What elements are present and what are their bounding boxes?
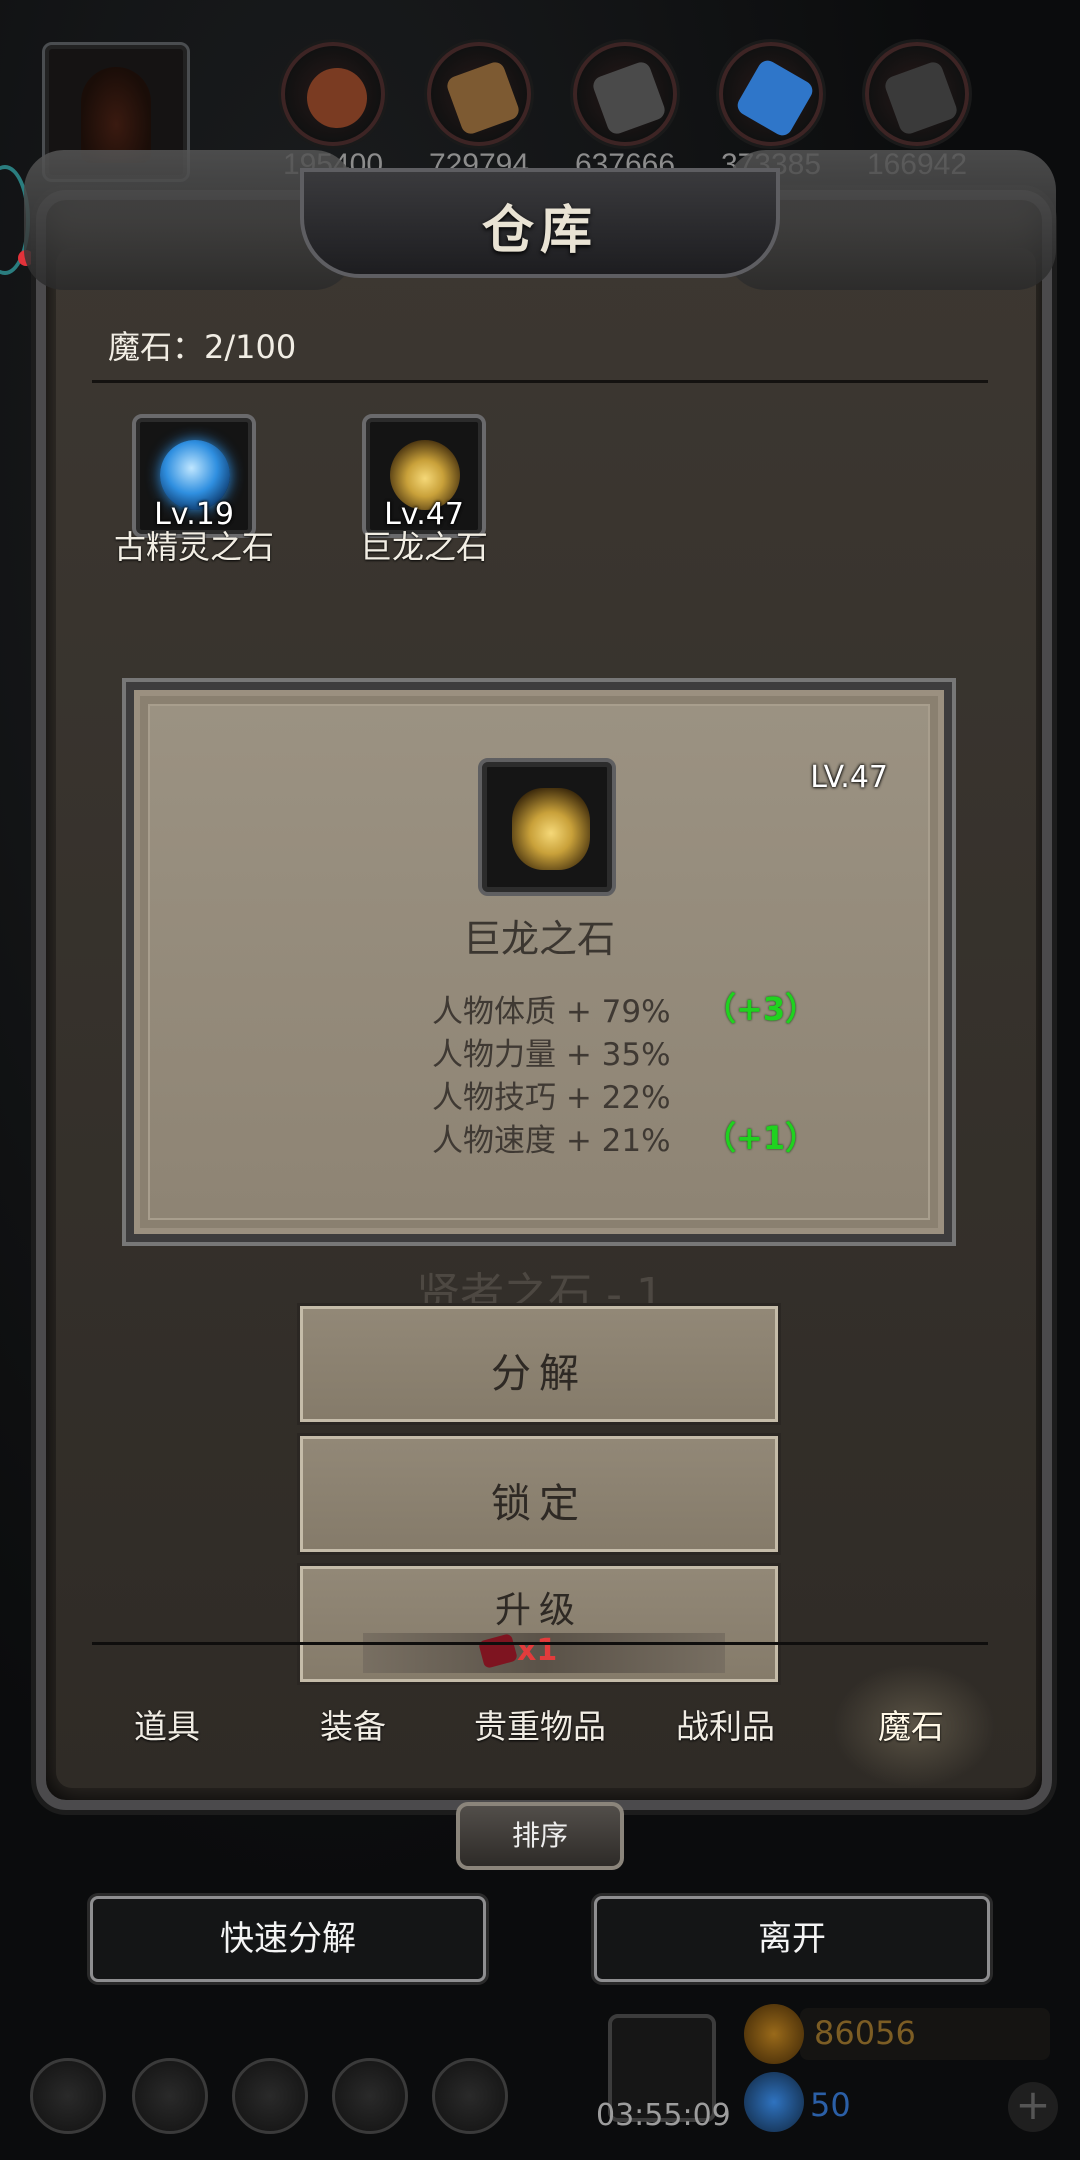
guild-icon[interactable] xyxy=(232,2058,308,2134)
meat-icon xyxy=(298,59,376,137)
tab-magic-stones[interactable]: 魔石 xyxy=(878,1700,944,1748)
leave-button[interactable]: 离开 xyxy=(594,1896,990,1982)
detail-item-name: 巨龙之石 xyxy=(462,917,615,961)
resource-wood[interactable]: 729794 xyxy=(424,42,534,182)
sort-button[interactable]: 排序 xyxy=(456,1802,624,1870)
settings-icon[interactable] xyxy=(30,2058,106,2134)
item-name: 古精灵之石 xyxy=(113,528,274,566)
item-detail-panel: LV.47 巨龙之石 人物体质 + 79% （+3） 人物力量 + 35% 人物… xyxy=(126,682,952,1242)
mail-icon[interactable] xyxy=(332,2058,408,2134)
gift-timer: 03:55:09 xyxy=(596,2098,731,2133)
detail-level: LV.47 xyxy=(810,760,888,795)
map-icon[interactable] xyxy=(432,2058,508,2134)
stat-line: 人物技巧 + 22% xyxy=(432,1080,671,1116)
ruby-icon xyxy=(477,1633,519,1669)
tab-equipment[interactable]: 装备 xyxy=(320,1700,386,1748)
upgrade-cost: x1 xyxy=(363,1633,725,1673)
tab-items[interactable]: 道具 xyxy=(134,1700,200,1748)
detail-icon-slot xyxy=(478,758,616,896)
gem-amount: 50 xyxy=(810,2086,851,2124)
decompose-label: 分解 xyxy=(491,1351,587,1397)
iron-icon xyxy=(590,59,668,137)
hooded-figure-icon xyxy=(81,67,151,163)
stat-line: 人物速度 + 21% xyxy=(432,1123,671,1159)
gold-dragon-icon xyxy=(512,788,590,870)
stat-line: 人物力量 + 35% xyxy=(432,1037,671,1073)
lock-label: 锁定 xyxy=(491,1481,587,1527)
gold-coin-icon xyxy=(744,2004,804,2064)
stat-bonus: （+1） xyxy=(704,1119,818,1157)
wood-icon xyxy=(444,59,522,137)
upgrade-cost-amount: x1 xyxy=(517,1633,558,1668)
stone-icon xyxy=(882,59,960,137)
stat-line: 人物体质 + 79% xyxy=(432,994,671,1030)
add-currency-button[interactable]: + xyxy=(1008,2082,1058,2132)
achievement-icon[interactable] xyxy=(132,2058,208,2134)
crystal-icon xyxy=(734,57,816,139)
stat-bonus: （+3） xyxy=(704,990,818,1028)
diamond-icon xyxy=(744,2072,804,2132)
item-name: 巨龙之石 xyxy=(359,528,488,566)
item-slot[interactable]: Lv.19 xyxy=(132,414,256,538)
tab-loot[interactable]: 战利品 xyxy=(676,1700,775,1748)
magic-stone-count: 魔石：2/100 xyxy=(108,328,297,366)
upgrade-label: 升级 xyxy=(494,1590,583,1631)
quick-decompose-button[interactable]: 快速分解 xyxy=(90,1896,486,1982)
upgrade-button[interactable]: 升级 x1 xyxy=(300,1566,778,1682)
decompose-button[interactable]: 分解 xyxy=(300,1306,778,1422)
item-slot-selected[interactable]: Lv.47 xyxy=(362,414,486,538)
tab-valuables[interactable]: 贵重物品 xyxy=(474,1700,606,1748)
divider xyxy=(92,380,988,383)
resource-iron[interactable]: 637666 xyxy=(570,42,680,182)
lock-button[interactable]: 锁定 xyxy=(300,1436,778,1552)
page-title: 仓库 xyxy=(481,200,598,261)
gold-amount: 86056 xyxy=(814,2014,916,2052)
tabs-divider xyxy=(92,1642,988,1645)
